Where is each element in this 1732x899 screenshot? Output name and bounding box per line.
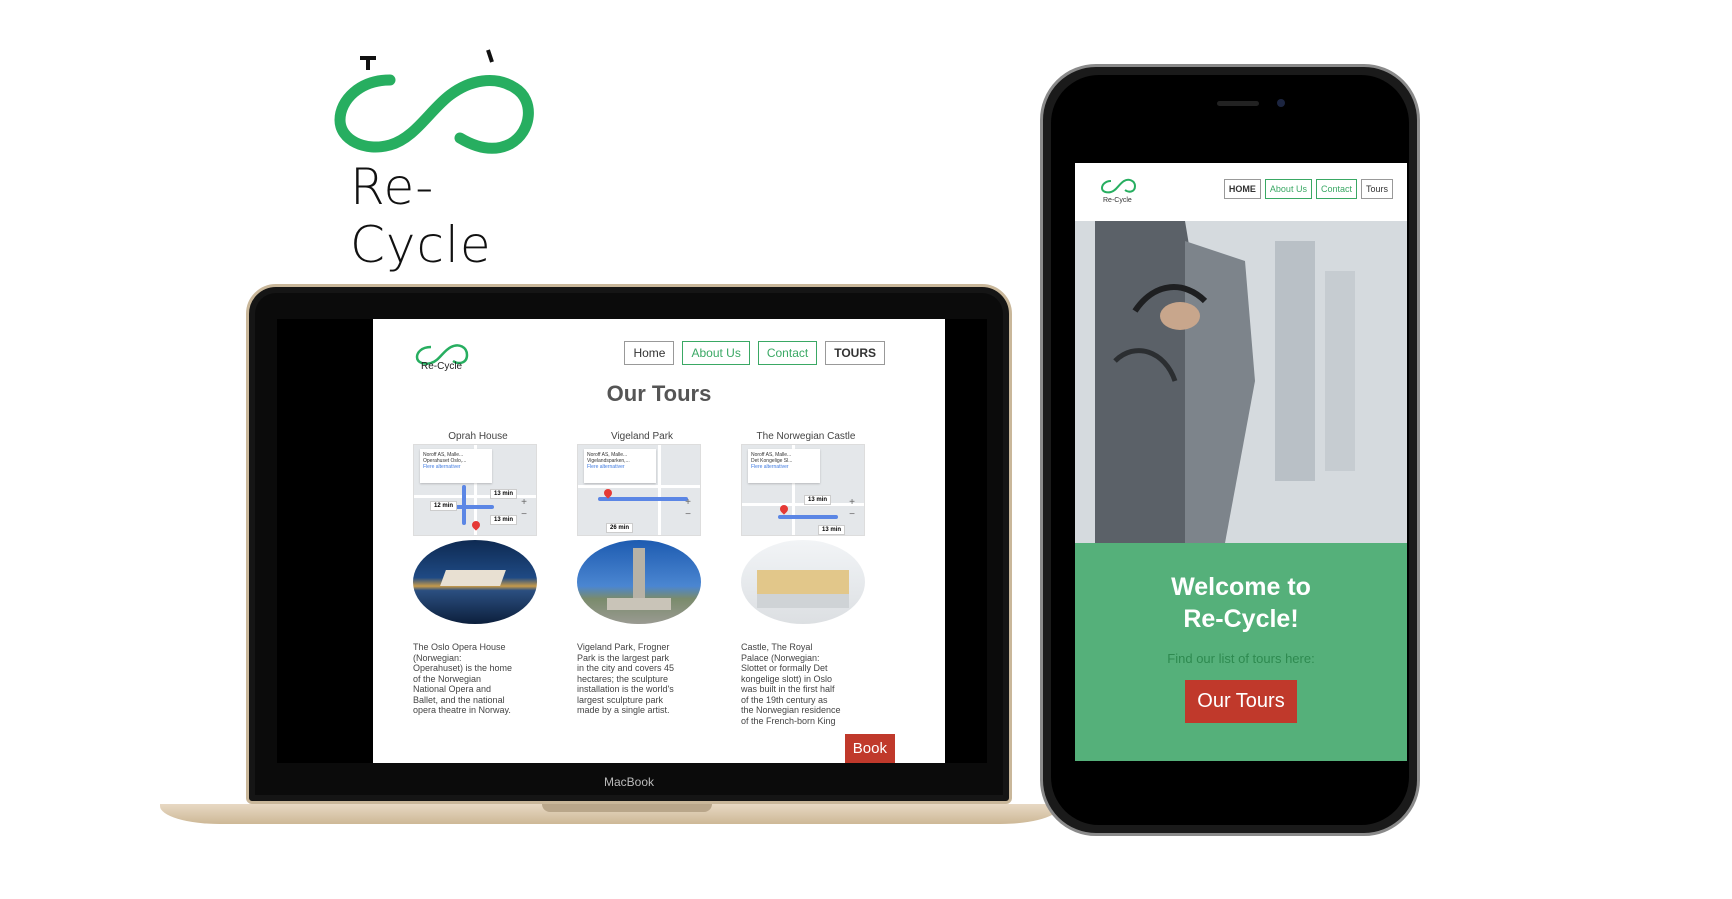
tour-name: Oprah House bbox=[448, 431, 508, 442]
our-tours-button[interactable]: Our Tours bbox=[1185, 680, 1297, 723]
tour-description: Castle, The Royal Palace (Norwegian: Slo… bbox=[741, 642, 841, 726]
phone-body: Re-Cycle HOME About Us Contact Tours Wel… bbox=[1051, 75, 1409, 825]
route-alternatives[interactable]: Flere alternativer bbox=[751, 464, 817, 470]
laptop-screen: Re-Cycle Home About Us Contact TOURS Our… bbox=[373, 319, 945, 763]
hero-image bbox=[1075, 221, 1407, 543]
brand-logo: Re-Cycle bbox=[320, 40, 560, 274]
route-time: 12 min bbox=[430, 501, 458, 511]
nav-contact[interactable]: Contact bbox=[757, 341, 818, 365]
site-logo-icon[interactable] bbox=[1099, 173, 1139, 197]
tour-description: The Oslo Opera House (Norwegian: Operahu… bbox=[413, 642, 513, 715]
nav-home[interactable]: HOME bbox=[1223, 179, 1261, 199]
route-card: Noroff AS, Malle... Operahuset Oslo,... … bbox=[420, 449, 492, 483]
recycle-infinity-icon bbox=[334, 49, 534, 154]
brand-wordmark: Re-Cycle bbox=[350, 158, 492, 274]
camera-icon bbox=[1277, 99, 1285, 107]
route-alternatives[interactable]: Flere alternativer bbox=[587, 464, 653, 470]
zoom-controls[interactable]: + − bbox=[518, 497, 530, 521]
showcase-stage: Re-Cycle Re-Cycle Home About Us Contact bbox=[0, 0, 1732, 899]
laptop-bezel: Re-Cycle Home About Us Contact TOURS Our… bbox=[277, 319, 987, 763]
tour-card: Oprah House Noroff AS, Malle... Operahus… bbox=[413, 431, 543, 716]
page-title: Our Tours bbox=[606, 381, 712, 406]
desktop-nav: Home About Us Contact TOURS bbox=[624, 341, 885, 365]
tour-name: Vigeland Park bbox=[610, 431, 674, 442]
laptop-mockup: Re-Cycle Home About Us Contact TOURS Our… bbox=[160, 284, 1060, 824]
route-map[interactable]: Noroff AS, Malle... Operahuset Oslo,... … bbox=[413, 444, 537, 536]
route-map[interactable]: Noroff AS, Malle... Det Kongelige Sl... … bbox=[741, 444, 865, 536]
route-alternatives[interactable]: Flere alternativer bbox=[423, 464, 489, 470]
route-time: 13 min bbox=[818, 525, 846, 535]
nav-tours[interactable]: TOURS bbox=[825, 341, 885, 365]
laptop-lid: Re-Cycle Home About Us Contact TOURS Our… bbox=[246, 284, 1012, 804]
cyclist-photo bbox=[1075, 221, 1407, 543]
tour-name: The Norwegian Castle bbox=[756, 431, 856, 442]
nav-tours[interactable]: Tours bbox=[1360, 179, 1393, 199]
phone-mockup: Re-Cycle HOME About Us Contact Tours Wel… bbox=[1040, 64, 1420, 836]
nav-about-us[interactable]: About Us bbox=[1264, 179, 1312, 199]
welcome-subtitle: Find our list of tours here: bbox=[1167, 651, 1315, 666]
route-map[interactable]: Noroff AS, Malle... Vigelandsparken,... … bbox=[577, 444, 701, 536]
route-time: 13 min bbox=[490, 489, 518, 499]
site-logo-text: Re-Cycle bbox=[421, 361, 463, 372]
welcome-line-2: Re-Cycle! bbox=[1183, 605, 1299, 633]
nav-about-us[interactable]: About Us bbox=[682, 341, 750, 365]
phone-screen: Re-Cycle HOME About Us Contact Tours Wel… bbox=[1075, 163, 1407, 761]
route-time: 13 min bbox=[490, 515, 518, 525]
welcome-line-1: Welcome to bbox=[1171, 573, 1311, 601]
device-label: MacBook bbox=[603, 775, 655, 789]
opera-house-photo bbox=[413, 540, 537, 624]
royal-palace-photo bbox=[741, 540, 865, 624]
welcome-section: Welcome to Re-Cycle! Find our list of to… bbox=[1075, 543, 1407, 761]
route-card: Noroff AS, Malle... Det Kongelige Sl... … bbox=[748, 449, 820, 483]
vigeland-park-photo bbox=[577, 540, 701, 624]
route-card: Noroff AS, Malle... Vigelandsparken,... … bbox=[584, 449, 656, 483]
welcome-heading: Welcome to Re-Cycle! bbox=[1075, 571, 1407, 635]
tour-card: Vigeland Park Noroff AS, Malle... Vigela… bbox=[577, 431, 707, 716]
mobile-nav: HOME About Us Contact Tours bbox=[1223, 179, 1393, 199]
site-logo-text: Re-Cycle bbox=[1103, 197, 1132, 204]
book-button[interactable]: Book bbox=[844, 734, 895, 763]
route-time: 13 min bbox=[804, 495, 832, 505]
route-time: 26 min bbox=[606, 523, 634, 533]
zoom-controls[interactable]: + − bbox=[846, 497, 858, 521]
phone-speaker bbox=[1217, 101, 1259, 106]
tour-description: Vigeland Park, Frogner Park is the large… bbox=[577, 642, 675, 715]
zoom-controls[interactable]: + − bbox=[682, 497, 694, 521]
nav-contact[interactable]: Contact bbox=[1315, 179, 1357, 199]
nav-home[interactable]: Home bbox=[624, 341, 675, 365]
map-pin-icon bbox=[470, 519, 482, 531]
laptop-notch bbox=[542, 804, 712, 812]
phone-header: Re-Cycle HOME About Us Contact Tours bbox=[1075, 163, 1407, 221]
tour-card: The Norwegian Castle Noroff AS, Malle...… bbox=[741, 431, 871, 726]
